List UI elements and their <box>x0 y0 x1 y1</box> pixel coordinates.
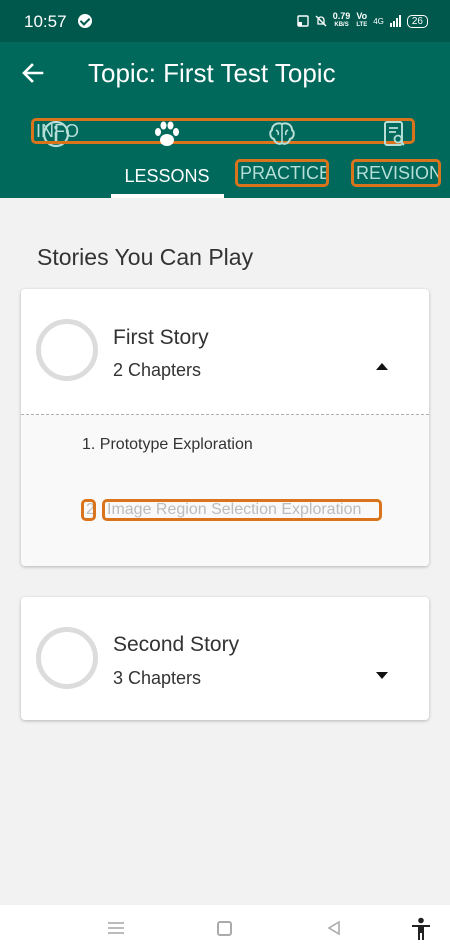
expand-caret-icon[interactable] <box>376 672 388 679</box>
mute-bell-icon <box>315 15 327 27</box>
revision-icon <box>384 121 405 146</box>
story-card-second[interactable]: Second Story 3 Chapters <box>21 597 429 720</box>
chapter-list: 1. Prototype Exploration 2 Image Region … <box>21 414 429 566</box>
chapter-item-image-region[interactable]: Image Region Selection Exploration <box>102 499 382 521</box>
network-speed: 0.79 KB/S <box>332 11 351 29</box>
volte-indicator: Vo LTE <box>356 11 368 29</box>
status-bar: 10:57 0.79 KB/S Vo LTE 4G 26 <box>0 0 450 42</box>
status-indicators: 0.79 KB/S Vo LTE 4G 26 <box>297 12 428 30</box>
tab-indicator <box>111 194 224 198</box>
chapter-number: 2 <box>81 499 96 521</box>
collapse-caret-icon[interactable] <box>376 363 388 370</box>
check-circle-icon <box>78 14 92 28</box>
story-progress-ring <box>36 319 98 381</box>
network-type: 4G <box>373 16 384 26</box>
battery-icon: 26 <box>406 14 428 28</box>
story-name: Second Story <box>113 633 240 656</box>
nav-back-icon[interactable] <box>326 920 342 936</box>
story-name: First Story <box>113 326 209 349</box>
chapter-count: 3 Chapters <box>113 668 202 688</box>
tab-info[interactable]: INFO <box>0 110 415 198</box>
chapter-item-prototype[interactable]: 1. Prototype Exploration <box>82 436 253 454</box>
tab-label-revision[interactable]: REVISION <box>351 159 441 187</box>
paw-icon <box>155 121 179 146</box>
tab-label-lessons: LESSONS <box>124 166 210 186</box>
system-nav-bar <box>0 905 450 951</box>
back-arrow-icon[interactable] <box>20 60 46 86</box>
home-icon[interactable] <box>217 921 232 936</box>
page-title: Topic: First Test Topic <box>88 58 336 88</box>
brain-icon <box>269 122 295 145</box>
status-time: 10:57 <box>24 12 67 31</box>
story-card-first[interactable]: First Story 2 Chapters 1. Prototype Expl… <box>21 289 429 566</box>
section-title: Stories You Can Play <box>37 244 254 270</box>
tab-lessons[interactable]: LESSONS <box>111 110 223 198</box>
signal-icon <box>389 15 401 27</box>
accessibility-icon[interactable] <box>410 917 432 941</box>
tab-label-practice[interactable]: PRACTICE <box>235 159 329 187</box>
story-progress-ring <box>36 627 98 689</box>
recent-apps-icon[interactable] <box>108 922 124 934</box>
cast-icon <box>297 15 309 27</box>
chapter-count: 2 Chapters <box>113 360 202 380</box>
